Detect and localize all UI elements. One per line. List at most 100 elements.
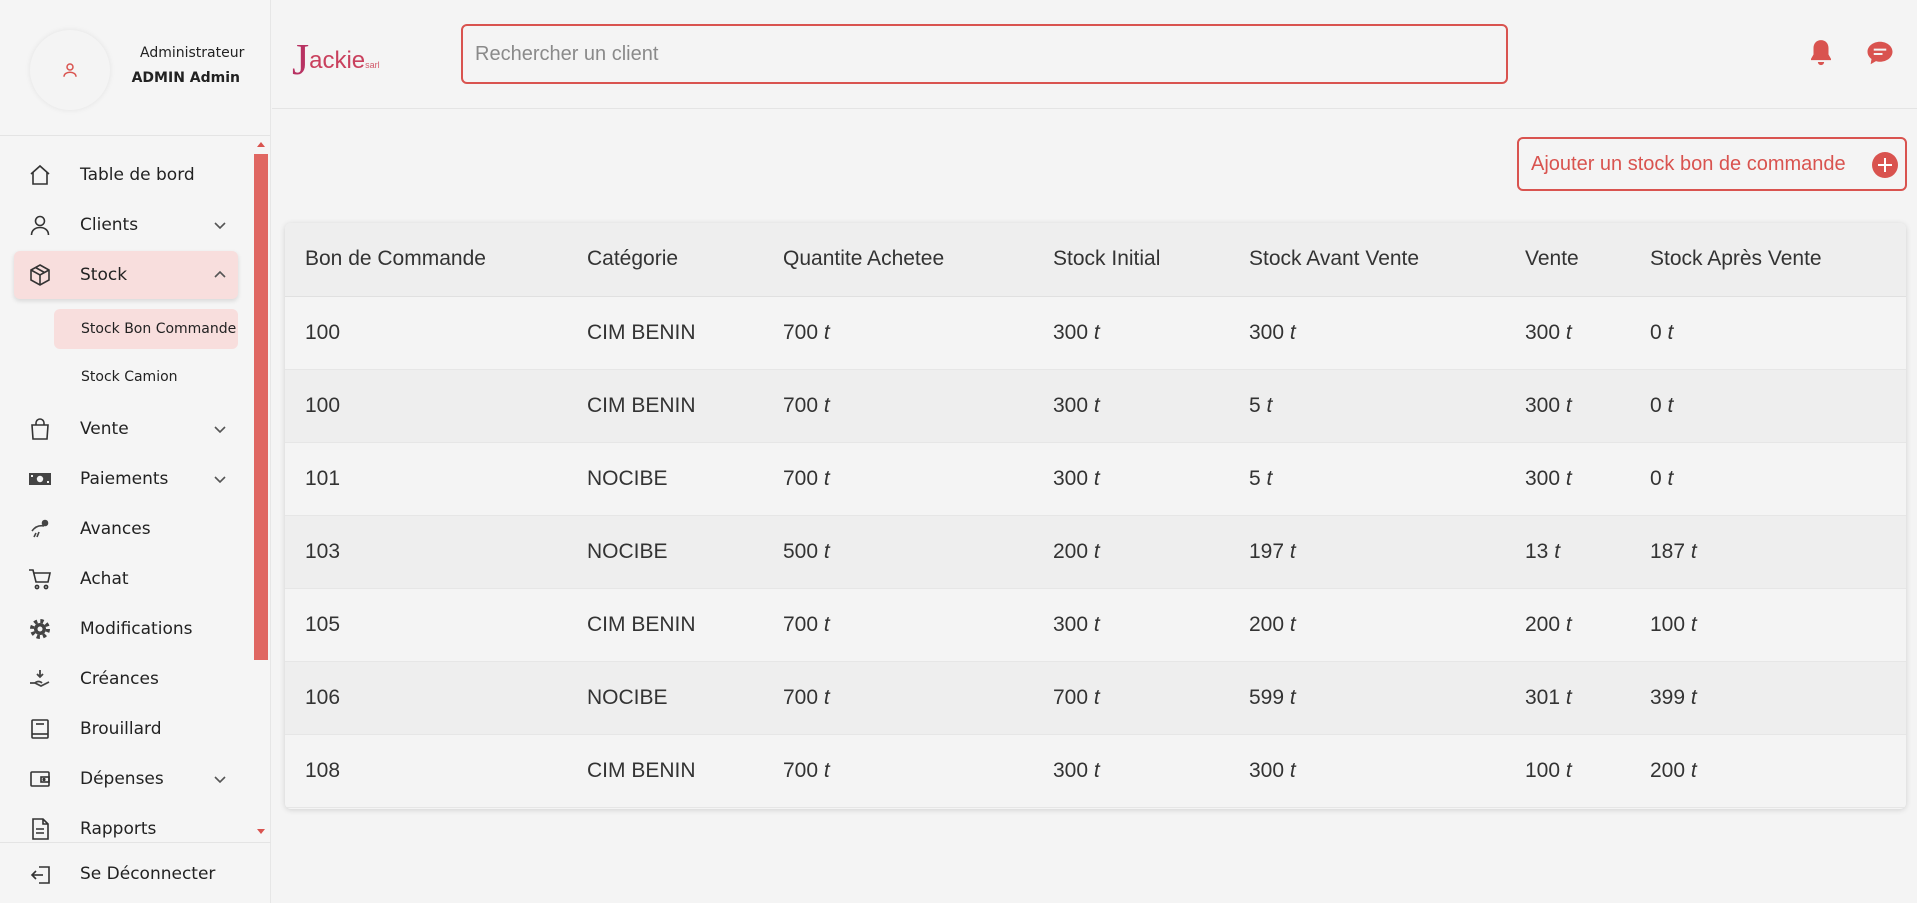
table-cell-apres: 0 t [1630,296,1906,370]
table-cell-initial: 700 t [1033,661,1229,735]
cell-value: 5 [1249,466,1261,490]
scrollbar-thumb[interactable] [254,154,268,660]
cell-value: 300 [1053,466,1089,490]
chevron-down-icon [214,476,226,484]
sidebar-item-vente[interactable]: Vente [14,405,238,453]
cell-value: 0 [1650,320,1662,344]
column-header: Stock Initial [1033,223,1229,297]
sidebar-item-stock[interactable]: Stock [14,251,238,299]
chat-icon[interactable] [1864,38,1896,68]
money-icon [29,473,51,485]
table-row[interactable]: 100 CIM BENIN 700 t 300 t5 t 300 t0 t [285,369,1906,443]
bell-icon[interactable] [1806,36,1836,68]
table-cell-vente: 100 t [1505,734,1630,808]
table-cell-categorie: NOCIBE [567,661,763,735]
unit-label: t [1667,393,1674,417]
table-cell-avant: 599 t [1229,661,1505,735]
scroll-up-arrow-icon[interactable] [257,142,265,147]
logout-button[interactable]: Se Déconnecter [0,842,271,903]
sidebar-item-achat[interactable]: Achat [14,555,238,603]
sidebar-item-depenses[interactable]: Dépenses [14,755,238,803]
unit-label: t [1690,539,1697,563]
unit-label: t [1690,758,1697,782]
column-header: Catégorie [567,223,763,297]
sidebar-subitem-stock-camion[interactable]: Stock Camion [54,357,238,397]
logo-initial: J [292,35,310,84]
sidebar-item-label: Brouillard [80,719,162,739]
table-cell-categorie: NOCIBE [567,442,763,516]
cell-value: 700 [783,612,819,636]
cell-value: 187 [1650,539,1686,563]
add-stock-label: Ajouter un stock bon de commande [1531,152,1846,175]
sidebar-item-modifications[interactable]: Modifications [14,605,238,653]
cell-value: 197 [1249,539,1285,563]
cell-value: 5 [1249,393,1261,417]
unit-label: t [1289,612,1296,636]
table-row[interactable]: 100 CIM BENIN 700 t 300 t 300 t 300 t0 t [285,296,1906,370]
table-cell-avant: 300 t [1229,734,1505,808]
cell-value: NOCIBE [587,466,668,490]
table-cell-bon: 100 [285,296,567,370]
table-cell-quantite: 700 t [763,442,1033,516]
sidebar-item-label: Modifications [80,619,193,639]
logo[interactable]: Jackiesarl [292,34,380,85]
table-cell-bon: 103 [285,515,567,589]
sidebar-item-label: Vente [80,419,129,439]
table-cell-avant: 5 t [1229,442,1505,516]
book-icon [31,719,49,739]
scroll-down-arrow-icon[interactable] [257,829,265,834]
column-header: Stock Après Vente [1630,223,1906,297]
cell-value: 700 [783,393,819,417]
sidebar-item-avances[interactable]: Avances [14,505,238,553]
table-cell-bon: 108 [285,734,567,808]
table-cell-quantite: 700 t [763,369,1033,443]
sidebar-item-table-de-bord[interactable]: Table de bord [14,151,238,199]
cell-value: 100 [305,320,341,344]
table-cell-bon: 105 [285,588,567,662]
table-cell-avant: 197 t [1229,515,1505,589]
column-header: Bon de Commande [285,223,567,297]
unit-label: t [1289,320,1296,344]
table-cell-bon: 106 [285,661,567,735]
unit-label: t [1093,758,1100,782]
unit-label: t [823,320,830,344]
table-cell-vente: 13 t [1505,515,1630,589]
cell-value: 300 [1053,758,1089,782]
unit-label: t [823,393,830,417]
unit-label: t [1690,685,1697,709]
cell-value: 300 [1249,758,1285,782]
box-icon [30,264,50,286]
user-role: Administrateur [140,45,245,61]
cell-value: 300 [1053,320,1089,344]
avatar[interactable] [30,30,110,110]
table-cell-bon: 101 [285,442,567,516]
column-header: Quantite Achetee [763,223,1033,297]
sidebar-item-brouillard[interactable]: Brouillard [14,705,238,753]
add-stock-button[interactable]: Ajouter un stock bon de commande [1517,137,1907,191]
column-header: Stock Avant Vente [1229,223,1505,297]
search-input[interactable] [461,24,1508,84]
cell-value: 100 [1650,612,1686,636]
table-cell-vente: 300 t [1505,442,1630,516]
table-row[interactable]: 103 NOCIBE 500 t 200 t 197 t 13 t 187 t [285,515,1906,589]
table-row[interactable]: 108 CIM BENIN 700 t 300 t 300 t 100 t 200 t [285,734,1906,808]
table-row[interactable]: 101 NOCIBE 700 t 300 t5 t 300 t0 t [285,442,1906,516]
table-cell-categorie: CIM BENIN [567,734,763,808]
table-row[interactable]: 106 NOCIBE 700 t 700 t 599 t 301 t 399 t [285,661,1906,735]
sidebar-item-paiements[interactable]: Paiements [14,455,238,503]
sidebar-subitem-stock-bon-commande[interactable]: Stock Bon Commande [54,309,238,349]
cell-value: 200 [1249,612,1285,636]
sidebar-item-clients[interactable]: Clients [14,201,238,249]
unit-label: t [1266,466,1273,490]
sidebar-item-label: Avances [80,519,151,539]
sidebar-item-creances[interactable]: Créances [14,655,238,703]
cell-value: 200 [1525,612,1561,636]
table-cell-categorie: CIM BENIN [567,369,763,443]
cell-value: 700 [783,466,819,490]
sidebar-item-rapports[interactable]: Rapports [14,805,238,842]
table-cell-initial: 300 t [1033,588,1229,662]
unit-label: t [1565,466,1572,490]
table-row[interactable]: 105 CIM BENIN 700 t 300 t 200 t 200 t 100 t [285,588,1906,662]
sidebar-scrollbar[interactable] [254,140,268,840]
wallet-icon [30,771,50,787]
